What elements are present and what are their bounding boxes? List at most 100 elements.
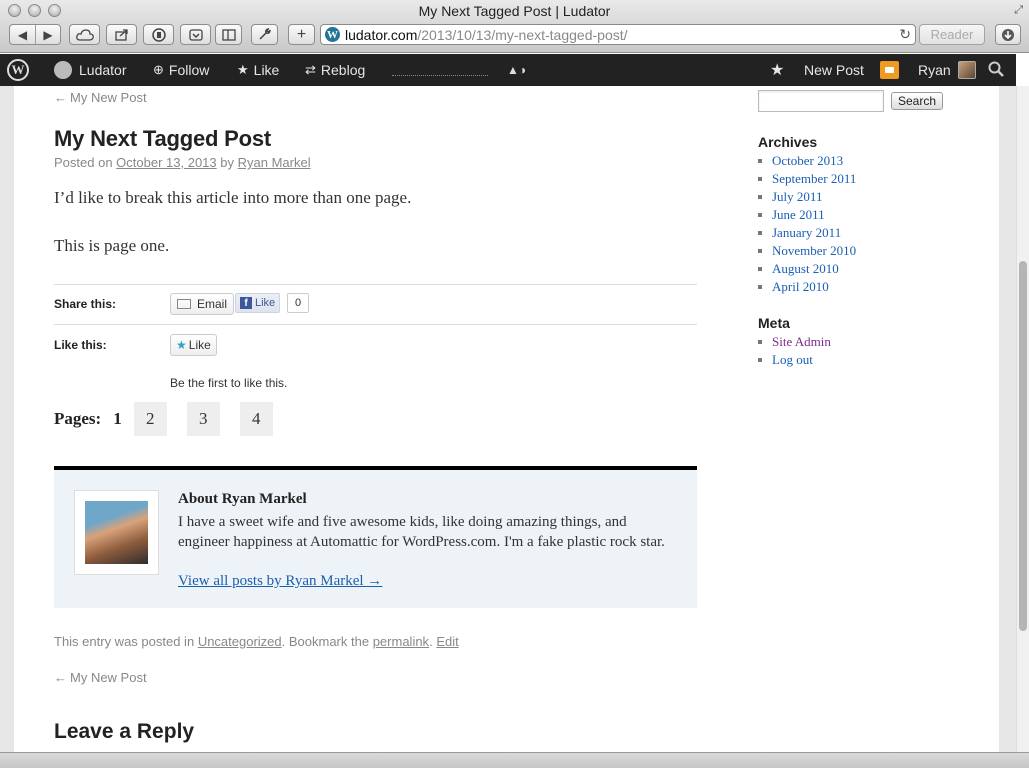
stats-sparkline[interactable]	[392, 66, 488, 76]
author-heading: About Ryan Markel	[178, 491, 307, 507]
entry-meta: This entry was posted in Uncategorized. …	[54, 634, 459, 649]
search-input[interactable]	[758, 90, 884, 112]
share-button[interactable]	[106, 24, 137, 45]
archive-link[interactable]: July 2011	[758, 188, 856, 206]
archive-link[interactable]: June 2011	[758, 206, 856, 224]
avatar	[957, 61, 976, 79]
icloud-tabs-button[interactable]	[69, 24, 100, 45]
permalink-link[interactable]: permalink	[373, 634, 429, 649]
downloads-button[interactable]	[995, 24, 1021, 45]
facebook-like-label: Like	[255, 297, 276, 309]
archive-link[interactable]: January 2011	[758, 224, 856, 242]
page-link-4[interactable]: 4	[239, 402, 273, 436]
reblog-icon: ⇄	[305, 62, 316, 77]
edit-link[interactable]: Edit	[436, 634, 458, 649]
author-bio: I have a sweet wife and five awesome kid…	[178, 514, 665, 550]
star-icon: ★	[237, 62, 249, 77]
new-post-button[interactable]: New Post	[804, 54, 864, 86]
pocket-button[interactable]	[180, 24, 211, 45]
archives-list: October 2013 September 2011 July 2011 Ju…	[758, 152, 856, 296]
first-to-like-text: Be the first to like this.	[170, 376, 288, 390]
archive-link[interactable]: November 2010	[758, 242, 856, 260]
meta-list: Site Admin Log out	[758, 333, 831, 369]
archive-link[interactable]: October 2013	[758, 152, 856, 170]
wp-like-label: Like	[188, 338, 211, 352]
previous-post-title: My New Post	[70, 90, 147, 105]
page-link-3[interactable]: 3	[186, 402, 220, 436]
star-icon: ★	[176, 338, 187, 352]
left-arrow-icon: ←	[54, 670, 67, 685]
compass-icon	[151, 27, 166, 42]
share-label: Share this:	[54, 297, 117, 311]
previous-post-link[interactable]: ← My New Post	[54, 90, 147, 105]
reader-star-icon[interactable]: ★	[770, 54, 784, 86]
email-icon	[177, 299, 191, 309]
pocket-icon	[188, 28, 203, 41]
search-icon[interactable]	[988, 61, 1004, 80]
facebook-like-button[interactable]: f Like	[235, 293, 281, 313]
post-title: My Next Tagged Post	[54, 126, 272, 151]
current-page: 1	[113, 409, 122, 428]
page-link-2[interactable]: 2	[133, 402, 167, 436]
forward-button[interactable]: ▶	[34, 25, 60, 44]
back-forward-buttons: ◀ ▶	[9, 24, 61, 45]
left-arrow-icon: ←	[54, 90, 67, 105]
archive-link[interactable]: September 2011	[758, 170, 856, 188]
develop-button[interactable]	[251, 24, 278, 45]
address-bar[interactable]: W ludator.com/2013/10/13/my-next-tagged-…	[320, 24, 916, 45]
notifications-icon[interactable]	[880, 61, 899, 79]
email-share-button[interactable]: Email	[170, 293, 235, 315]
like-button[interactable]: ★ Like	[237, 54, 279, 86]
follow-icon: ⊕	[153, 62, 164, 77]
post-author-link[interactable]: Ryan Markel	[238, 155, 311, 170]
vertical-scrollbar[interactable]	[1016, 86, 1029, 752]
fullscreen-icon[interactable]: ⤢	[1014, 4, 1023, 17]
reload-icon[interactable]: ↻	[899, 26, 911, 43]
previous-post-link[interactable]: ← My New Post	[54, 670, 147, 685]
archive-link[interactable]: August 2010	[758, 260, 856, 278]
reader-button[interactable]: Reader	[919, 24, 985, 45]
new-tab-button[interactable]: +	[288, 24, 315, 45]
reblog-label: Reblog	[320, 62, 366, 78]
scrollbar-thumb[interactable]	[1019, 261, 1027, 631]
search-button[interactable]: Search	[891, 92, 944, 110]
wrench-icon	[259, 28, 271, 40]
status-bar	[0, 752, 1029, 768]
cloud-icon	[75, 28, 94, 41]
by-label: by	[220, 155, 234, 170]
sidebar-icon	[221, 28, 236, 41]
page-sheet: ← My New Post My Next Tagged Post Posted …	[14, 86, 999, 752]
wordpress-logo-icon[interactable]: W	[7, 59, 29, 81]
site-name-label: Ludator	[79, 62, 127, 78]
user-name: Ryan	[918, 62, 951, 78]
top-sites-button[interactable]	[143, 24, 174, 45]
site-admin-link[interactable]: Site Admin	[758, 333, 831, 351]
admin-bar: W Ludator ⊕ Follow ★ Like ⇄ Reblog ▲◑ ★ …	[0, 54, 1016, 86]
post-date-link[interactable]: October 13, 2013	[116, 155, 216, 170]
divider	[54, 324, 697, 325]
entry-meta-middle: . Bookmark the	[281, 634, 370, 649]
wordpress-favicon-icon: W	[325, 27, 340, 42]
follow-button[interactable]: ⊕ Follow	[153, 54, 209, 86]
previous-post-title: My New Post	[70, 670, 147, 685]
site-name-link[interactable]: Ludator	[54, 54, 126, 86]
entry-meta-prefix: This entry was posted in	[54, 634, 195, 649]
back-button[interactable]: ◀	[10, 25, 35, 44]
email-label: Email	[197, 297, 228, 311]
user-menu[interactable]: Ryan	[918, 54, 976, 86]
theme-toggle-icon[interactable]: ▲◑	[507, 63, 526, 77]
reblog-button[interactable]: ⇄ Reblog	[305, 54, 365, 86]
archive-link[interactable]: April 2010	[758, 278, 856, 296]
url-host: ludator.com	[345, 26, 418, 43]
facebook-icon: f	[240, 297, 252, 309]
author-posts-link[interactable]: View all posts by Ryan Markel →	[178, 573, 382, 590]
wp-like-button[interactable]: ★ Like	[170, 334, 217, 356]
download-icon	[1002, 28, 1014, 41]
log-out-link[interactable]: Log out	[758, 351, 831, 369]
category-link[interactable]: Uncategorized	[198, 634, 282, 649]
post-paragraph: This is page one.	[54, 236, 170, 255]
posted-on-label: Posted on	[54, 155, 113, 170]
sidebar-toggle-button[interactable]	[215, 24, 242, 45]
post-meta: Posted on October 13, 2013 by Ryan Marke…	[54, 155, 311, 170]
facebook-like-count: 0	[287, 293, 310, 313]
